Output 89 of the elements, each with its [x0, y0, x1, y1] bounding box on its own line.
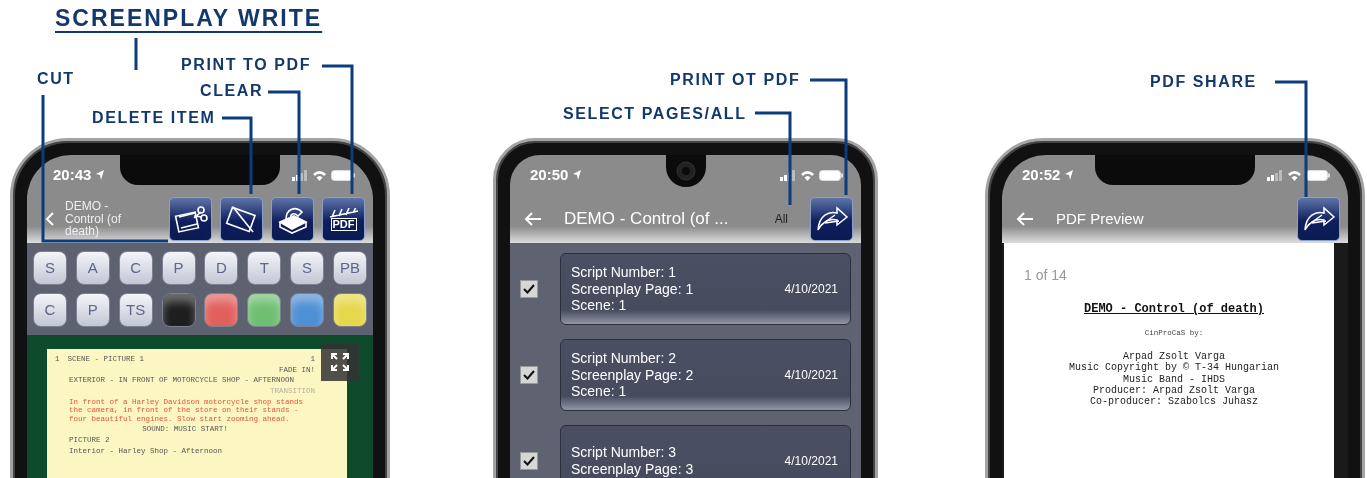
- wifi-icon: [1287, 169, 1302, 181]
- page-item[interactable]: Script Number: 2 Screenplay Page: 2 Scene: 1 4/10/2021: [560, 339, 851, 411]
- checkbox[interactable]: [520, 280, 538, 298]
- select-all-button[interactable]: All: [774, 210, 788, 228]
- location-arrow-icon: [1064, 169, 1075, 181]
- film-scissors-icon: [173, 204, 208, 234]
- page-number: Screenplay Page: 2: [571, 366, 694, 384]
- key[interactable]: P: [161, 251, 196, 285]
- key[interactable]: S: [33, 251, 67, 285]
- key[interactable]: C: [33, 293, 67, 327]
- callout-label: PDF SHARE: [1150, 73, 1257, 91]
- item-date: 4/10/2021: [784, 453, 838, 469]
- toolbar-button[interactable]: [271, 197, 314, 241]
- check-icon: [523, 284, 535, 294]
- scene-number: Scene: 1: [571, 297, 628, 315]
- wifi-icon: [800, 169, 815, 181]
- key[interactable]: C: [118, 251, 153, 285]
- status-time: 20:52: [1022, 164, 1061, 185]
- status-time: 20:43: [53, 164, 92, 185]
- credit-line: Arpad Zsolt Varga: [1123, 351, 1225, 363]
- nav-title: DEMO - Control (of death): [65, 200, 123, 238]
- signal-icon: [292, 169, 308, 181]
- check-icon: [523, 456, 535, 466]
- location-arrow-icon: [95, 169, 106, 181]
- checkbox[interactable]: [520, 452, 538, 470]
- scene-number: Scene: 1: [571, 383, 628, 401]
- checkbox[interactable]: [520, 366, 538, 384]
- film-strike-icon: [224, 204, 259, 234]
- battery-icon: [331, 169, 355, 181]
- camera-icon: [675, 161, 696, 181]
- callout-label: PRINT TO PDF: [181, 56, 312, 74]
- fullscreen-button[interactable]: [321, 343, 359, 381]
- battery-icon: [819, 169, 843, 181]
- color-key[interactable]: [204, 293, 239, 327]
- toolbar-button[interactable]: PDF: [322, 197, 365, 241]
- callout-label: PRINT OT PDF: [670, 71, 801, 89]
- nav-title: DEMO - Control (of ...: [564, 208, 729, 231]
- back-arrow-icon[interactable]: [524, 211, 542, 227]
- script-number: Script Number: 2: [571, 349, 678, 367]
- credit-line: Music Copyright by © T-34 Hungarian: [1067, 362, 1280, 374]
- key[interactable]: TS: [118, 293, 153, 327]
- credit-line: Co-producer: Szabolcs Juhasz: [1089, 396, 1259, 408]
- script-number: Script Number: 3: [571, 444, 678, 461]
- back-chevron-icon[interactable]: [45, 211, 55, 227]
- signal-icon: [1267, 169, 1283, 181]
- pdf-label: PDF: [330, 217, 357, 231]
- curved-arrow-icon: [1301, 205, 1336, 233]
- callout-label: CUT: [37, 70, 75, 88]
- key[interactable]: T: [247, 251, 282, 285]
- page-item[interactable]: Script Number: 3 Screenplay Page: 3 4/10/2021: [560, 425, 851, 478]
- app-title: SCREENPLAY WRITE: [55, 5, 323, 33]
- share-button[interactable]: [1297, 197, 1340, 241]
- callout-label: DELETE ITEM: [92, 109, 216, 127]
- back-arrow-icon[interactable]: [1016, 211, 1034, 227]
- curved-arrow-icon: [814, 205, 849, 233]
- expand-arrows-icon: [330, 352, 350, 372]
- key[interactable]: S: [290, 251, 325, 285]
- signal-icon: [780, 169, 796, 181]
- key[interactable]: A: [75, 251, 110, 285]
- wifi-icon: [312, 169, 327, 181]
- item-date: 4/10/2021: [784, 281, 838, 297]
- key[interactable]: PB: [332, 251, 367, 285]
- page-number: Screenplay Page: 1: [571, 280, 694, 298]
- item-date: 4/10/2021: [784, 367, 838, 383]
- share-button[interactable]: [810, 197, 853, 241]
- color-key[interactable]: [161, 293, 196, 327]
- color-key[interactable]: [247, 293, 282, 327]
- color-key[interactable]: [290, 293, 325, 327]
- script-number: Script Number: 1: [571, 263, 678, 281]
- page-counter: 1 of 14: [1024, 266, 1068, 285]
- credit-line: Music Band - IHDS: [1122, 373, 1226, 385]
- location-arrow-icon: [572, 169, 583, 181]
- document-title: DEMO - Control (of death): [1083, 301, 1265, 318]
- callout-label: CLEAR: [200, 82, 264, 100]
- nav-title: PDF Preview: [1056, 208, 1144, 229]
- clapper-icon: [328, 207, 359, 218]
- page-item[interactable]: Script Number: 1 Screenplay Page: 1 Scene: 1 4/10/2021: [560, 253, 851, 325]
- status-time: 20:50: [530, 164, 569, 185]
- key[interactable]: P: [75, 293, 110, 327]
- leader-line: [134, 38, 138, 70]
- callout-label: SELECT PAGES/ALL: [563, 105, 747, 123]
- battery-icon: [1306, 169, 1330, 181]
- toolbar-button[interactable]: [169, 197, 212, 241]
- check-icon: [523, 370, 535, 380]
- credit-line: Producer: Arpad Zsolt Varga: [1092, 384, 1256, 396]
- toolbar-button[interactable]: [220, 197, 263, 241]
- page-number: Screenplay Page: 3: [571, 461, 694, 478]
- key[interactable]: D: [204, 251, 239, 285]
- color-key[interactable]: [332, 293, 367, 327]
